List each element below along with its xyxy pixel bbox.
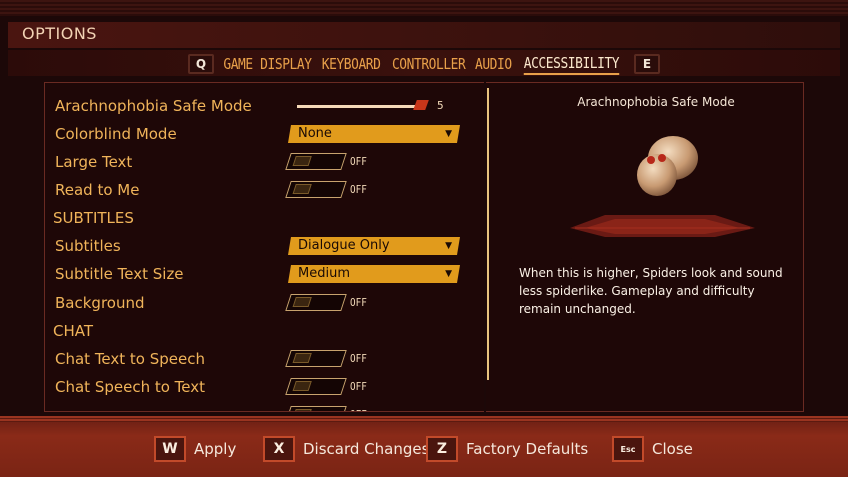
setting-label: Chat Text to Speech bbox=[55, 350, 206, 368]
arachnophobia-slider-knob[interactable] bbox=[413, 100, 429, 110]
platform-shape bbox=[570, 215, 755, 237]
setting-chat-text-to-speech[interactable]: Chat Text to Speech OFF bbox=[55, 348, 475, 370]
apply-key: W bbox=[154, 436, 186, 462]
setting-label: Subtitle Text Size bbox=[55, 265, 184, 283]
prev-tab-key[interactable]: Q bbox=[188, 54, 215, 74]
setting-label: Arachnophobia Safe Mode bbox=[55, 97, 252, 115]
top-decor-band bbox=[0, 0, 848, 16]
setting-subtitles[interactable]: Subtitles Dialogue Only ▼ bbox=[55, 235, 475, 257]
spider-preview-image bbox=[570, 136, 755, 237]
setting-large-text[interactable]: Large Text OFF bbox=[55, 151, 475, 173]
tab-accessibility[interactable]: ACCESSIBILITY bbox=[523, 54, 620, 75]
spider-head bbox=[637, 154, 677, 196]
discard-changes-button[interactable]: X Discard Changes bbox=[263, 436, 429, 462]
setting-label: Colorblind Mode bbox=[55, 125, 177, 143]
defaults-key: Z bbox=[426, 436, 458, 462]
spider-eye-right bbox=[658, 154, 666, 162]
subtitle-size-dropdown[interactable]: Medium ▼ bbox=[288, 265, 460, 283]
toggle-state: OFF bbox=[350, 183, 367, 196]
large-text-toggle[interactable] bbox=[285, 153, 347, 170]
subtitles-dropdown[interactable]: Dialogue Only ▼ bbox=[288, 237, 460, 255]
toggle-knob bbox=[292, 297, 312, 307]
arachnophobia-slider-track[interactable] bbox=[297, 105, 419, 108]
setting-subtitle-text-size[interactable]: Subtitle Text Size Medium ▼ bbox=[55, 263, 475, 285]
tab-controller[interactable]: CONTROLLER bbox=[392, 55, 466, 73]
toggle-state: OFF bbox=[350, 404, 367, 411]
read-to-me-toggle[interactable] bbox=[285, 181, 347, 198]
setting-background[interactable]: Background OFF bbox=[55, 292, 475, 314]
setting-partial[interactable]: OFF bbox=[55, 404, 475, 411]
close-button[interactable]: Esc Close bbox=[612, 436, 693, 462]
setting-arachnophobia[interactable]: Arachnophobia Safe Mode 5 bbox=[55, 95, 475, 117]
toggle-knob bbox=[292, 353, 312, 363]
toggle-knob bbox=[292, 156, 312, 166]
settings-list[interactable]: Arachnophobia Safe Mode 5 Colorblind Mod… bbox=[44, 82, 484, 412]
discard-label: Discard Changes bbox=[303, 440, 430, 458]
colorblind-dropdown[interactable]: None ▼ bbox=[288, 125, 460, 143]
footer-stripe bbox=[0, 416, 848, 422]
setting-chat-speech-to-text[interactable]: Chat Speech to Text OFF bbox=[55, 376, 475, 398]
apply-label: Apply bbox=[194, 440, 237, 458]
dropdown-value: Medium bbox=[298, 266, 350, 281]
chat-stt-toggle[interactable] bbox=[285, 378, 347, 395]
toggle-state: OFF bbox=[350, 296, 367, 309]
window-title: OPTIONS bbox=[22, 24, 97, 43]
chat-tts-toggle[interactable] bbox=[285, 350, 347, 367]
toggle-knob bbox=[292, 381, 312, 391]
toggle-state: OFF bbox=[350, 352, 367, 365]
factory-defaults-button[interactable]: Z Factory Defaults bbox=[426, 436, 588, 462]
setting-colorblind-mode[interactable]: Colorblind Mode None ▼ bbox=[55, 123, 475, 145]
background-toggle[interactable] bbox=[285, 294, 347, 311]
close-label: Close bbox=[652, 440, 693, 458]
partial-toggle[interactable] bbox=[285, 406, 347, 411]
dropdown-value: Dialogue Only bbox=[298, 238, 390, 253]
apply-button[interactable]: W Apply bbox=[154, 436, 236, 462]
setting-label: Chat Speech to Text bbox=[55, 378, 206, 396]
tab-strip: Q GAME DISPLAY KEYBOARD CONTROLLER AUDIO… bbox=[0, 52, 848, 76]
dropdown-arrow-icon: ▼ bbox=[445, 269, 452, 279]
setting-read-to-me[interactable]: Read to Me OFF bbox=[55, 179, 475, 201]
close-key: Esc bbox=[612, 436, 644, 462]
setting-label: Large Text bbox=[55, 153, 133, 171]
toggle-knob bbox=[292, 409, 312, 411]
info-description: When this is higher, Spiders look and so… bbox=[519, 266, 783, 316]
title-bar bbox=[8, 22, 840, 48]
setting-label: Background bbox=[55, 294, 145, 312]
dropdown-arrow-icon: ▼ bbox=[445, 129, 452, 139]
discard-key: X bbox=[263, 436, 295, 462]
arachnophobia-value: 5 bbox=[437, 99, 444, 112]
setting-label: Subtitles bbox=[55, 237, 121, 255]
toggle-knob bbox=[292, 184, 312, 194]
section-chat: CHAT bbox=[53, 322, 94, 340]
dropdown-arrow-icon: ▼ bbox=[445, 241, 452, 251]
tab-game[interactable]: GAME bbox=[223, 55, 253, 73]
next-tab-key[interactable]: E bbox=[633, 54, 660, 74]
tab-audio[interactable]: AUDIO bbox=[475, 55, 512, 73]
toggle-state: OFF bbox=[350, 155, 367, 168]
tab-display[interactable]: DISPLAY bbox=[260, 55, 312, 73]
section-subtitles: SUBTITLES bbox=[53, 209, 134, 227]
toggle-state: OFF bbox=[350, 380, 367, 393]
setting-label: Read to Me bbox=[55, 181, 140, 199]
dropdown-value: None bbox=[298, 126, 332, 141]
defaults-label: Factory Defaults bbox=[466, 440, 589, 458]
scroll-divider[interactable] bbox=[487, 88, 489, 380]
tab-keyboard[interactable]: KEYBOARD bbox=[322, 55, 381, 73]
spider-eye-left bbox=[647, 156, 655, 164]
info-title: Arachnophobia Safe Mode bbox=[577, 95, 735, 109]
